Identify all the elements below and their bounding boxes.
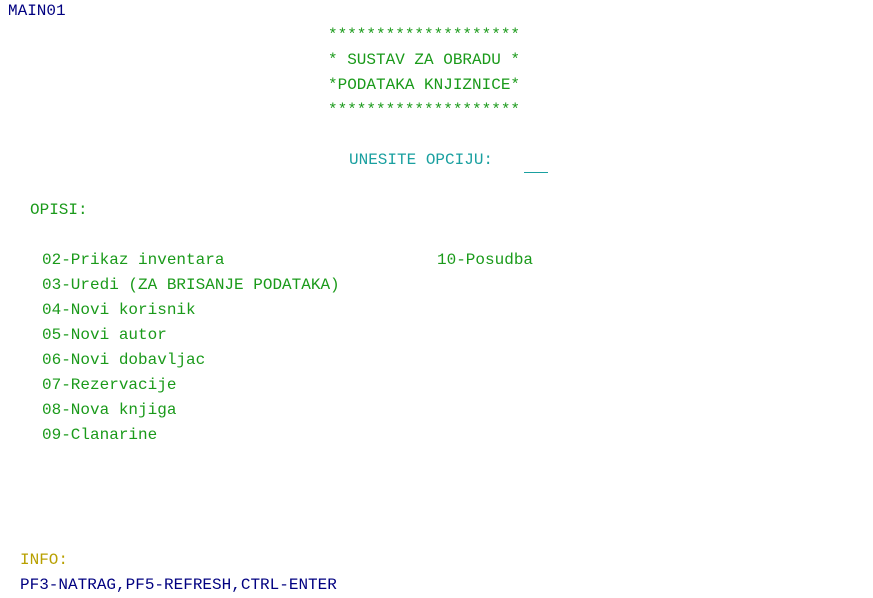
option-item-04: 04-Novi korisnik [42,301,196,319]
banner-border-bottom: ******************** [328,101,521,119]
option-item-02: 02-Prikaz inventara [42,251,225,269]
option-item-09: 09-Clanarine [42,426,158,444]
banner-title-line1: * SUSTAV ZA OBRADU * [328,51,521,69]
option-item-06: 06-Novi dobavljac [42,351,206,369]
function-keys-hint: PF3-NATRAG,PF5-REFRESH,CTRL-ENTER [20,576,337,594]
option-item-10: 10-Posudba [437,251,534,269]
options-header: OPISI: [30,201,88,219]
option-item-08: 08-Nova knjiga [42,401,177,419]
option-item-05: 05-Novi autor [42,326,167,344]
banner-border-top: ******************** [328,26,521,44]
banner-title-line2: *PODATAKA KNJIZNICE* [328,76,521,94]
option-item-03: 03-Uredi (ZA BRISANJE PODATAKA) [42,276,340,294]
screen-id: MAIN01 [8,2,66,20]
option-input[interactable] [524,150,548,173]
option-item-07: 07-Rezervacije [42,376,177,394]
option-prompt-label: UNESITE OPCIJU: [349,151,494,169]
info-label: INFO: [20,551,69,569]
